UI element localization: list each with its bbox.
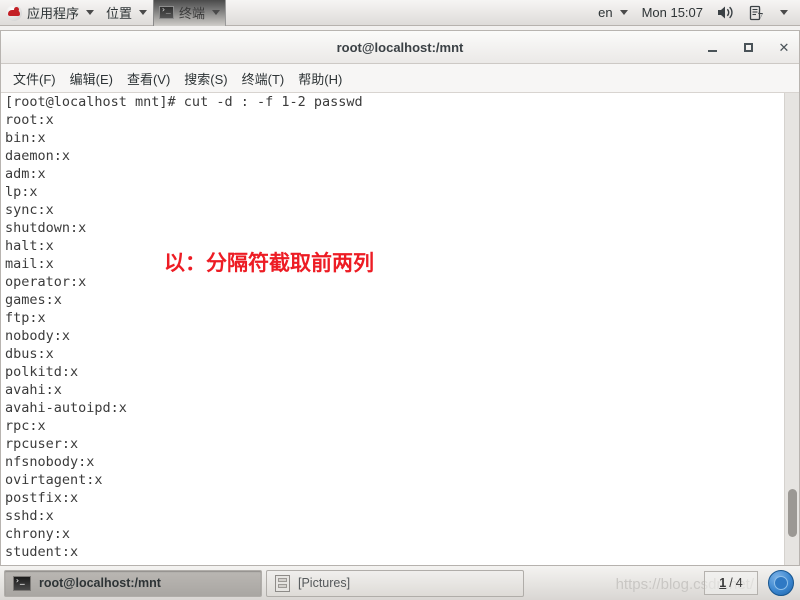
menu-search[interactable]: 搜索(S)	[178, 66, 233, 91]
clock[interactable]: Mon 15:07	[636, 0, 709, 26]
taskbar-item-terminal-label: root@localhost:/mnt	[39, 576, 161, 590]
minimize-button[interactable]	[705, 40, 719, 54]
taskbar-item-pictures[interactable]: [Pictures]	[266, 569, 524, 597]
terminal-window: root@localhost:/mnt ✕ 文件(F) 编辑(E) 查看(V) …	[0, 30, 800, 565]
keyboard-layout-indicator[interactable]: en	[592, 0, 633, 26]
workspace-total: 4	[735, 576, 743, 590]
trash-icon-inner	[774, 576, 788, 590]
keyboard-layout-label: en	[598, 5, 613, 20]
menu-bar: 文件(F) 编辑(E) 查看(V) 搜索(S) 终端(T) 帮助(H)	[1, 64, 799, 93]
terminal-output: [root@localhost mnt]# cut -d : -f 1-2 pa…	[5, 94, 363, 560]
close-button[interactable]: ✕	[777, 40, 791, 54]
active-window-menu-terminal[interactable]: 终端	[153, 0, 227, 26]
chevron-down-icon	[212, 10, 221, 15]
window-controls: ✕	[705, 31, 791, 63]
maximize-button[interactable]	[741, 40, 755, 54]
workspace-current: 1	[719, 576, 727, 590]
terminal-scrollbar[interactable]	[784, 93, 799, 565]
menu-terminal[interactable]: 终端(T)	[236, 66, 291, 91]
menu-help[interactable]: 帮助(H)	[292, 66, 348, 91]
chevron-down-icon	[780, 10, 788, 15]
taskbar-item-terminal[interactable]: root@localhost:/mnt	[4, 569, 262, 597]
terminal-icon	[13, 575, 31, 591]
red-annotation-text: 以：分隔符截取前两列	[164, 251, 374, 275]
panel-status-area: en Mon 15:07	[592, 0, 800, 26]
places-menu[interactable]: 位置	[100, 0, 153, 26]
file-manager-icon	[275, 574, 290, 592]
system-menu-button[interactable]	[772, 0, 794, 26]
scrollbar-thumb[interactable]	[788, 489, 797, 537]
chevron-down-icon	[139, 10, 148, 15]
active-window-label: 终端	[179, 6, 206, 21]
menu-file[interactable]: 文件(F)	[7, 66, 62, 91]
applications-menu[interactable]: 应用程序	[0, 0, 100, 26]
trash-icon[interactable]	[768, 570, 794, 596]
terminal-body[interactable]: [root@localhost mnt]# cut -d : -f 1-2 pa…	[1, 93, 799, 565]
menu-edit[interactable]: 编辑(E)	[64, 66, 119, 91]
clock-label: Mon 15:07	[641, 5, 703, 20]
chevron-down-icon	[619, 10, 628, 15]
workspace-switcher[interactable]: 1 / 4	[704, 571, 758, 595]
battery-icon[interactable]	[742, 0, 770, 26]
terminal-icon	[159, 4, 175, 19]
places-menu-label: 位置	[106, 6, 133, 21]
taskbar: root@localhost:/mnt [Pictures] https://b…	[0, 565, 800, 600]
applications-menu-label: 应用程序	[27, 6, 80, 21]
redhat-logo-icon	[6, 4, 22, 21]
desktop-screen: 应用程序 位置 终端 en Mon 15:07	[0, 0, 800, 600]
taskbar-item-pictures-label: [Pictures]	[298, 576, 351, 590]
workspace-separator: /	[729, 576, 733, 590]
top-panel: 应用程序 位置 终端 en Mon 15:07	[0, 0, 800, 26]
menu-view[interactable]: 查看(V)	[121, 66, 176, 91]
window-title: root@localhost:/mnt	[336, 39, 464, 55]
window-titlebar[interactable]: root@localhost:/mnt ✕	[1, 31, 799, 64]
volume-icon[interactable]	[711, 0, 740, 26]
chevron-down-icon	[86, 10, 95, 15]
